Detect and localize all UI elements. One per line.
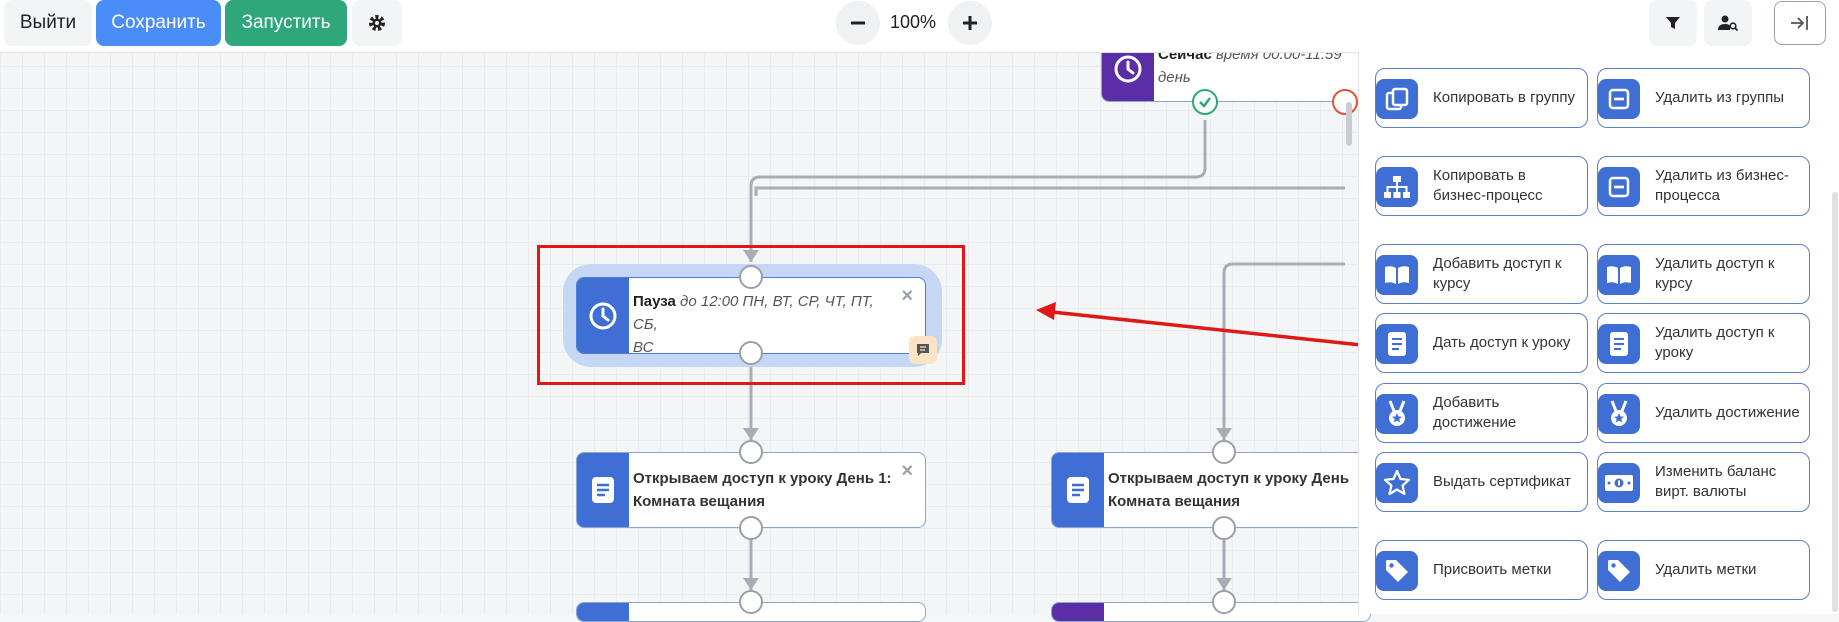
banknote-icon [1598, 463, 1640, 503]
action-card-label: Удалить метки [1655, 561, 1757, 578]
node-line1: Открываем доступ к уроку День [1108, 470, 1350, 487]
action-card-5[interactable]: Добавить доступ к курсу [1375, 244, 1588, 304]
node-bar [1052, 453, 1104, 527]
minus-square-icon [1598, 79, 1640, 119]
input-port[interactable] [739, 440, 763, 464]
user-search-icon [1718, 15, 1738, 32]
collapse-panel-button[interactable] [1774, 1, 1826, 45]
action-card-label: Добавить доступ к курсу [1433, 255, 1562, 292]
action-card-2[interactable]: Удалить из группы [1597, 68, 1810, 128]
node-line1: Открываем доступ к уроку День 1: [633, 470, 892, 487]
node-line2: Комната вещания [1108, 493, 1241, 510]
node-bottom-right-partial[interactable] [1051, 602, 1371, 622]
action-card-label: Изменить баланс вирт. валюты [1655, 463, 1777, 500]
node-lesson-right[interactable]: Открываем доступ к уроку День Комната ве… [1051, 452, 1371, 528]
medal-icon [1598, 394, 1640, 434]
node-bar [577, 453, 629, 527]
tag-icon [1376, 551, 1418, 591]
input-port[interactable] [1212, 440, 1236, 464]
settings-button[interactable] [352, 0, 402, 46]
input-port[interactable] [1212, 590, 1236, 614]
arrow-to-right-icon [1791, 16, 1808, 30]
medal-icon [1376, 394, 1418, 434]
filter-icon [1666, 17, 1680, 29]
action-card-3[interactable]: Копировать в бизнес-процесс [1375, 156, 1588, 216]
panel-scrollbar-right[interactable] [1832, 192, 1838, 612]
action-card-13[interactable]: Присвоить метки [1375, 540, 1588, 600]
action-card-label: Выдать сертификат [1433, 473, 1572, 490]
minus-square-icon [1598, 167, 1640, 207]
action-card-label: Удалить доступ к курсу [1655, 255, 1775, 292]
user-search-button[interactable] [1704, 0, 1752, 46]
action-card-label: Копировать в группу [1433, 89, 1575, 106]
action-card-4[interactable]: Удалить из бизнес-процесса [1597, 156, 1810, 216]
close-icon[interactable]: × [901, 461, 913, 481]
exit-button[interactable]: Выйти [4, 0, 92, 46]
lesson-book-icon [1376, 324, 1418, 364]
lesson-book-icon [592, 477, 614, 503]
star-icon [1376, 463, 1418, 503]
action-card-label: Присвоить метки [1433, 561, 1552, 578]
action-card-10[interactable]: Удалить достижение [1597, 383, 1810, 443]
minus-icon [851, 21, 865, 25]
action-card-1[interactable]: Копировать в группу [1375, 68, 1588, 128]
lesson-book-icon [1067, 477, 1089, 503]
action-card-8[interactable]: Удалить доступ к уроку [1597, 313, 1810, 373]
node-bar [577, 603, 629, 621]
zoom-level: 100% [889, 12, 937, 32]
sitemap-icon [1376, 167, 1418, 207]
open-book-icon [1598, 255, 1640, 295]
node-line2: Комната вещания [633, 493, 766, 510]
action-card-label: Удалить достижение [1655, 404, 1800, 421]
run-button[interactable]: Запустить [225, 0, 347, 46]
action-card-label: Копировать в бизнес-процесс [1433, 167, 1543, 204]
node-bar [1052, 603, 1104, 621]
panel-scrollbar[interactable] [1346, 102, 1352, 146]
action-card-label: Удалить из бизнес-процесса [1655, 167, 1789, 204]
action-card-9[interactable]: Добавить достижение [1375, 383, 1588, 443]
action-card-label: Удалить доступ к уроку [1655, 324, 1775, 361]
top-toolbar: Выйти Сохранить Запустить 100% [0, 0, 1839, 53]
action-card-label: Дать доступ к уроку [1433, 334, 1571, 351]
lesson-book-icon [1598, 324, 1640, 364]
action-card-12[interactable]: Изменить баланс вирт. валюты [1597, 452, 1810, 512]
tag-icon [1598, 551, 1640, 591]
gear-icon [369, 15, 385, 31]
action-card-14[interactable]: Удалить метки [1597, 540, 1810, 600]
input-port[interactable] [739, 590, 763, 614]
copy-icon [1376, 79, 1418, 119]
zoom-in-button[interactable] [948, 1, 992, 45]
action-card-6[interactable]: Удалить доступ к курсу [1597, 244, 1810, 304]
action-card-label: Удалить из группы [1655, 89, 1785, 106]
filter-button[interactable] [1649, 0, 1697, 46]
actions-panel: Копировать в группу Удалить из группы Копи… [1346, 52, 1839, 614]
open-book-icon [1376, 255, 1418, 295]
save-button[interactable]: Сохранить [96, 0, 221, 46]
output-port[interactable] [739, 516, 763, 540]
output-port[interactable] [1212, 516, 1236, 540]
action-card-label: Добавить достижение [1433, 394, 1517, 431]
action-card-7[interactable]: Дать доступ к уроку [1375, 313, 1588, 373]
action-card-11[interactable]: Выдать сертификат [1375, 452, 1588, 512]
zoom-out-button[interactable] [836, 1, 880, 45]
plus-icon [963, 16, 977, 30]
